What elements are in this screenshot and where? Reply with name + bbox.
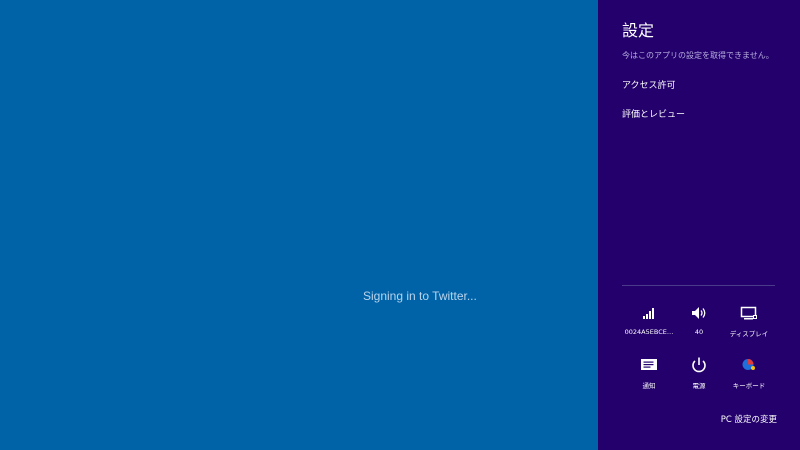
volume-button[interactable]: 40: [672, 304, 726, 344]
charm-message: 今はこのアプリの設定を取得できません。: [622, 51, 774, 60]
notification-icon: [641, 359, 657, 370]
charm-title: 設定: [622, 21, 655, 40]
display-icon: [740, 306, 757, 320]
permissions-link[interactable]: アクセス許可: [622, 78, 676, 91]
screen: Signing in to Twitter... 設定 今はこのアプリの設定を取…: [0, 0, 800, 450]
keyboard-ime-icon: [742, 359, 755, 370]
app-splash-area: Signing in to Twitter...: [0, 0, 598, 450]
rate-and-review-link[interactable]: 評価とレビュー: [622, 107, 685, 120]
charm-divider: [622, 285, 775, 286]
wifi-signal-icon: [643, 308, 654, 319]
speaker-icon: [692, 307, 706, 319]
display-label: ディスプレイ: [729, 330, 769, 338]
keyboard-button[interactable]: キーボード: [722, 356, 776, 396]
change-pc-settings-link[interactable]: PC 設定の変更: [721, 413, 777, 425]
network-button[interactable]: 0024A5EBCE…: [622, 304, 676, 344]
app-status-text: Signing in to Twitter...: [363, 289, 477, 303]
power-icon: [692, 357, 706, 373]
display-button[interactable]: ディスプレイ: [722, 304, 776, 344]
settings-charm-panel: 設定 今はこのアプリの設定を取得できません。 アクセス許可 評価とレビュー 00…: [598, 0, 800, 450]
notifications-button[interactable]: 通知: [622, 356, 676, 396]
power-button[interactable]: 電源: [672, 356, 726, 396]
keyboard-label: キーボード: [732, 382, 766, 390]
